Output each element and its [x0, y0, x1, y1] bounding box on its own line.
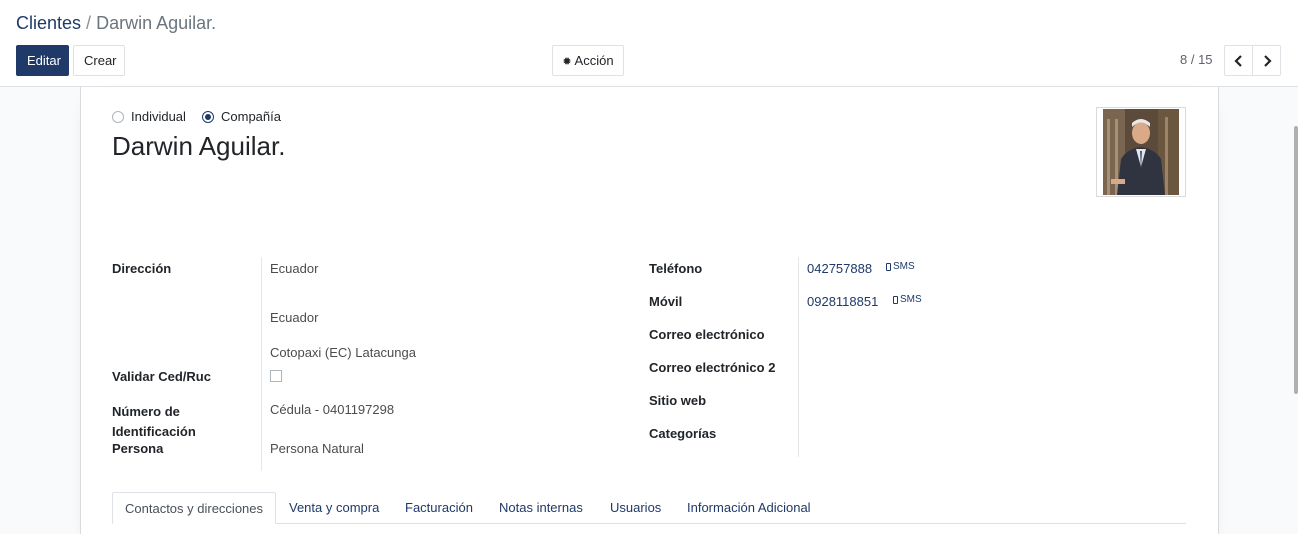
portrait-image [1103, 109, 1179, 195]
email-label: Correo electrónico [649, 327, 765, 342]
email2-label: Correo electrónico 2 [649, 360, 776, 375]
form-tabs: Contactos y direcciones Venta y compra F… [112, 492, 1186, 524]
radio-individual-label: Individual [131, 109, 186, 124]
address-state-city: Cotopaxi (EC) Latacunga [270, 345, 416, 360]
scrollbar[interactable] [1294, 126, 1298, 394]
address-label: Dirección [112, 261, 172, 276]
person-value: Persona Natural [270, 441, 364, 456]
chevron-right-icon [1263, 54, 1272, 67]
partner-avatar[interactable] [1096, 107, 1186, 197]
address-country-2: Ecuador [270, 310, 319, 325]
pager-previous-button[interactable] [1224, 45, 1253, 76]
breadcrumb: Clientes / Darwin Aguilar. [16, 13, 216, 34]
pager-next-button[interactable] [1252, 45, 1281, 76]
phone-sms-button[interactable]: SMS [886, 261, 915, 272]
identification-label: Número de Identificación [112, 404, 196, 439]
gear-icon: ✹ [562, 56, 572, 68]
mobile-link[interactable]: 0928118851 [807, 294, 878, 309]
mobile-phone-icon [893, 295, 898, 304]
radio-company-circle[interactable] [202, 110, 214, 123]
action-button-label: Acción [574, 53, 614, 68]
radio-individual[interactable]: Individual [112, 109, 186, 124]
left-column-divider [261, 257, 262, 471]
breadcrumb-parent-link[interactable]: Clientes [16, 13, 81, 33]
validate-checkbox[interactable] [270, 370, 282, 382]
radio-company-label: Compañía [221, 109, 281, 124]
mobile-label: Móvil [649, 294, 683, 309]
tab-internal-notes[interactable]: Notas internas [499, 492, 583, 524]
phone-label: Teléfono [649, 261, 703, 276]
categories-label: Categorías [649, 426, 717, 441]
control-panel: Clientes / Darwin Aguilar. Editar Crear … [0, 0, 1298, 87]
person-label: Persona [112, 441, 164, 456]
phone-sms-label: SMS [893, 261, 915, 272]
address-country: Ecuador [270, 261, 319, 276]
identification-value: Cédula - 0401197298 [270, 402, 395, 417]
partner-name: Darwin Aguilar. [112, 131, 286, 161]
pager-value[interactable]: 8 / 15 [1180, 52, 1213, 67]
tab-contacts-addresses[interactable]: Contactos y direcciones [112, 492, 277, 524]
mobile-phone-icon [886, 262, 891, 271]
mobile-sms-label: SMS [900, 294, 922, 305]
tab-invoicing[interactable]: Facturación [405, 492, 473, 524]
chevron-left-icon [1233, 54, 1242, 67]
tab-additional-info[interactable]: Información Adicional [687, 492, 811, 524]
radio-company[interactable]: Compañía [202, 109, 281, 124]
phone-link[interactable]: 042757888 [807, 261, 872, 276]
breadcrumb-separator: / [86, 13, 92, 33]
breadcrumb-current: Darwin Aguilar. [96, 13, 217, 33]
action-button[interactable]: ✹ Acción [552, 45, 624, 76]
right-column-divider [798, 257, 799, 457]
edit-button[interactable]: Editar [16, 45, 69, 76]
mobile-sms-button[interactable]: SMS [893, 294, 922, 305]
tab-sales-purchase[interactable]: Venta y compra [289, 492, 379, 524]
radio-individual-circle[interactable] [112, 110, 124, 123]
validate-label: Validar Ced/Ruc [112, 369, 211, 384]
create-button[interactable]: Crear [73, 45, 125, 76]
tab-users[interactable]: Usuarios [610, 492, 661, 524]
website-label: Sitio web [649, 393, 707, 408]
